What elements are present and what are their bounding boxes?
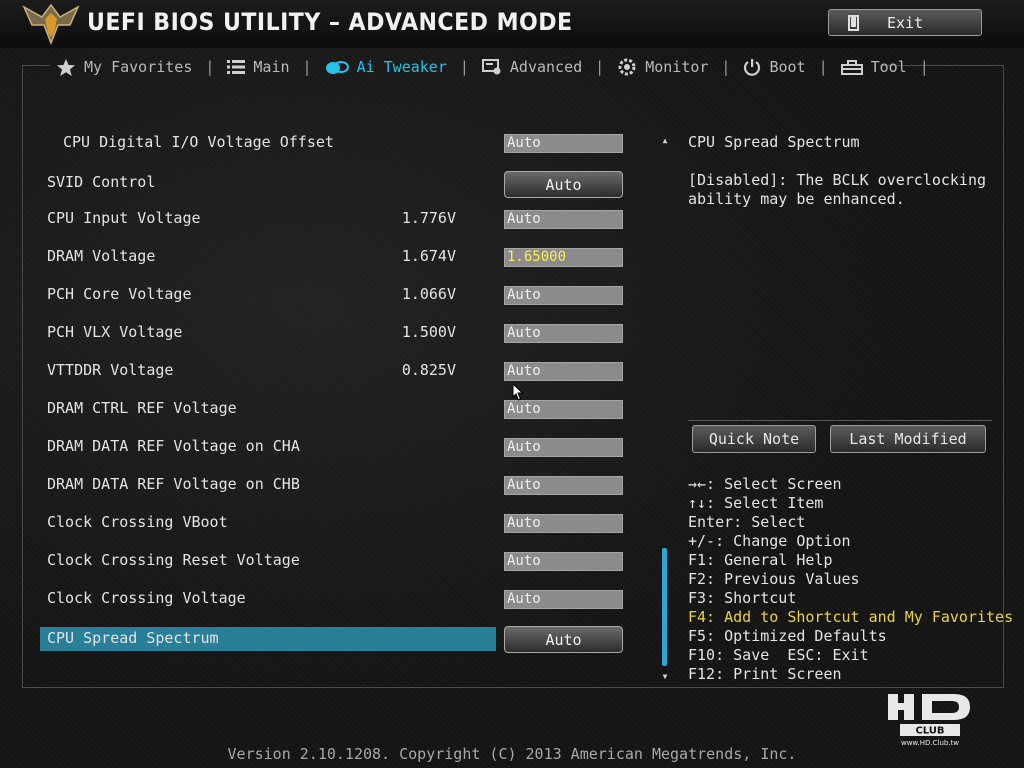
tool-icon xyxy=(840,60,863,75)
tab-ai-tweaker[interactable]: Ai Tweaker xyxy=(325,58,447,76)
key-hint: F2: Previous Values xyxy=(688,570,860,588)
setting-label[interactable]: CPU Digital I/O Voltage Offset xyxy=(63,133,334,151)
svg-text:CLUB: CLUB xyxy=(915,726,944,737)
setting-label-selected[interactable]: CPU Spread Spectrum xyxy=(47,629,219,647)
setting-label[interactable]: PCH VLX Voltage xyxy=(47,323,182,341)
voltage-reading: 1.500V xyxy=(401,323,456,341)
setting-value-field[interactable]: Auto xyxy=(504,590,623,609)
key-legend: →←: Select Screen ↑↓: Select Item Enter:… xyxy=(688,475,1013,684)
setting-label[interactable]: VTTDDR Voltage xyxy=(47,361,173,379)
help-description: [Disabled]: The BCLK overclocking abilit… xyxy=(688,171,987,208)
key-hint: F3: Shortcut xyxy=(688,589,797,607)
exit-door-icon xyxy=(848,15,859,31)
setting-label[interactable]: Clock Crossing VBoot xyxy=(47,513,228,531)
key-hint: F1: General Help xyxy=(688,551,833,569)
voltage-reading: 1.776V xyxy=(401,209,456,227)
help-title: CPU Spread Spectrum xyxy=(688,133,860,151)
list-icon xyxy=(227,60,246,74)
tab-bar: My Favorites | Main | Ai Tweaker | Advan… xyxy=(56,56,942,78)
star-icon xyxy=(57,58,75,76)
tab-main[interactable]: Main xyxy=(227,58,290,76)
setting-label[interactable]: Clock Crossing Voltage xyxy=(47,589,246,607)
setting-value-field[interactable]: Auto xyxy=(504,400,623,419)
setting-value-field[interactable]: Auto xyxy=(504,286,623,305)
mouse-cursor-icon xyxy=(512,383,524,401)
setting-value-field[interactable]: Auto xyxy=(504,476,623,495)
setting-value-field[interactable]: Auto xyxy=(504,438,623,457)
setting-value-field[interactable]: Auto xyxy=(504,362,623,381)
setting-value-field[interactable]: Auto xyxy=(504,134,623,153)
tab-my-favorites[interactable]: My Favorites xyxy=(56,58,192,77)
scroll-thumb[interactable] xyxy=(662,548,667,666)
setting-value-field[interactable]: Auto xyxy=(504,514,623,533)
scroll-up-arrow-icon[interactable]: ▲ xyxy=(660,136,670,146)
key-hint-highlighted: F4: Add to Shortcut and My Favorites xyxy=(688,608,1014,626)
key-hint: F10: Save ESC: Exit xyxy=(688,646,869,664)
voltage-reading: 1.674V xyxy=(401,247,456,265)
voltage-reading: 0.825V xyxy=(401,361,456,379)
key-hint: F12: Print Screen xyxy=(688,665,842,683)
setting-label[interactable]: Clock Crossing Reset Voltage xyxy=(47,551,300,569)
setting-label[interactable]: DRAM DATA REF Voltage on CHA xyxy=(47,437,300,455)
setting-label[interactable]: CPU Input Voltage xyxy=(47,209,201,227)
tab-boot[interactable]: Boot xyxy=(743,58,806,76)
tab-tool[interactable]: Tool xyxy=(840,58,907,76)
power-icon xyxy=(744,59,761,76)
key-hint: →←: Select Screen xyxy=(688,475,842,493)
setting-label[interactable]: PCH Core Voltage xyxy=(47,285,192,303)
quick-note-button[interactable]: Quick Note xyxy=(692,425,816,453)
tab-advanced[interactable]: Advanced xyxy=(481,58,582,76)
setting-value-field[interactable]: Auto xyxy=(504,552,623,571)
setting-label[interactable]: DRAM CTRL REF Voltage xyxy=(47,399,237,417)
setting-label[interactable]: SVID Control xyxy=(47,173,155,191)
key-hint: +/-: Change Option xyxy=(688,532,851,550)
advanced-icon xyxy=(481,59,501,75)
voltage-reading: 1.066V xyxy=(401,285,456,303)
key-hint: ↑↓: Select Item xyxy=(688,494,824,512)
key-hint: Enter: Select xyxy=(688,513,806,531)
settings-scrollbar[interactable]: ▲ ▼ xyxy=(660,136,670,682)
hd-club-watermark-logo: CLUB www.HD.Club.tw xyxy=(888,694,970,747)
help-divider xyxy=(688,420,992,421)
monitor-icon xyxy=(618,58,636,76)
tab-monitor[interactable]: Monitor xyxy=(617,58,708,76)
ai-tweaker-icon xyxy=(325,61,349,74)
exit-button[interactable]: Exit xyxy=(828,9,982,36)
setting-value-field[interactable]: Auto xyxy=(504,210,623,229)
setting-label[interactable]: DRAM Voltage xyxy=(47,247,155,265)
last-modified-button[interactable]: Last Modified xyxy=(830,425,986,453)
version-footer: Version 2.10.1208. Copyright (C) 2013 Am… xyxy=(227,745,797,763)
setting-label[interactable]: DRAM DATA REF Voltage on CHB xyxy=(47,475,300,493)
setting-option-button[interactable]: Auto xyxy=(504,171,623,198)
setting-value-field[interactable]: 1.65000 xyxy=(504,248,623,267)
title-bar: UEFI BIOS UTILITY – ADVANCED MODE Exit xyxy=(0,0,1024,48)
key-hint: F5: Optimized Defaults xyxy=(688,627,887,645)
setting-option-button[interactable]: Auto xyxy=(504,626,623,653)
setting-value-field[interactable]: Auto xyxy=(504,324,623,343)
tuf-logo-icon xyxy=(22,3,80,45)
app-title: UEFI BIOS UTILITY – ADVANCED MODE xyxy=(87,8,573,36)
scroll-down-arrow-icon[interactable]: ▼ xyxy=(660,672,670,682)
exit-label: Exit xyxy=(886,13,924,32)
